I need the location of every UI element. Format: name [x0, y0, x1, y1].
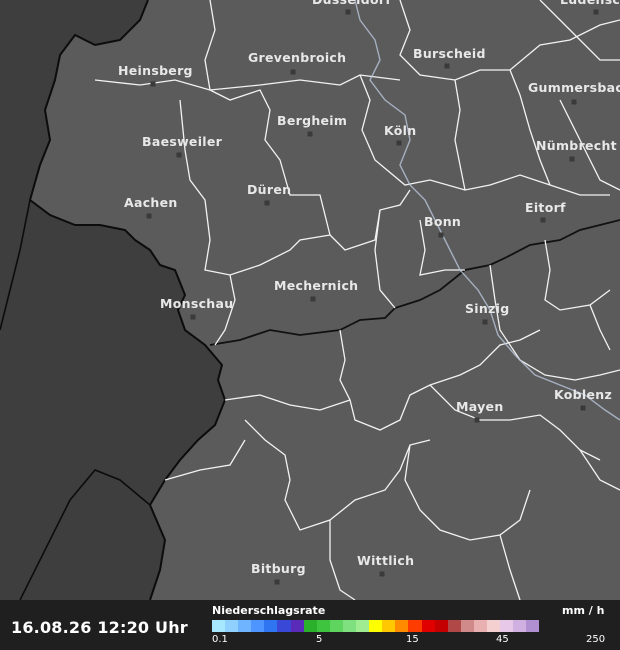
- legend-swatch: [486, 620, 501, 632]
- precipitation-color-scale: [212, 620, 540, 632]
- legend-swatch: [369, 620, 383, 632]
- legend-swatch: [500, 620, 514, 632]
- city-marker: [310, 296, 316, 302]
- legend-title: Niederschlagsrate: [212, 604, 326, 617]
- city-marker: [593, 9, 599, 15]
- city-marker: [540, 217, 546, 223]
- city-marker: [571, 99, 577, 105]
- city-marker: [569, 156, 575, 162]
- timestamp: 16.08.26 12:20 Uhr: [11, 618, 188, 637]
- legend-tick: 15: [406, 634, 419, 645]
- city-label: Sinzig: [465, 301, 510, 316]
- radar-map: Düsseldorf Lüdenscheid Heinsberg Grevenbroi…: [0, 0, 620, 650]
- city-label: Mechernich: [274, 278, 358, 293]
- legend-swatch: [329, 620, 343, 632]
- city-label: Aachen: [124, 195, 178, 210]
- city-label: Nümbrecht: [536, 138, 617, 153]
- legend-swatch: [225, 620, 239, 632]
- city-marker: [274, 579, 280, 585]
- legend-swatch: [290, 620, 304, 632]
- city-marker: [190, 314, 196, 320]
- city-label: Lüdenscheid: [560, 0, 620, 7]
- city-label: Düsseldorf: [312, 0, 391, 7]
- city-marker: [307, 131, 313, 137]
- legend-swatch: [473, 620, 487, 632]
- city-label: Baesweiler: [142, 134, 223, 149]
- legend-swatch: [212, 620, 226, 632]
- city-label: Wittlich: [357, 553, 414, 568]
- legend-swatch: [251, 620, 265, 632]
- city-label: Burscheid: [413, 46, 486, 61]
- city-label: Düren: [247, 182, 291, 197]
- city-label: Köln: [384, 123, 416, 138]
- city-label: Grevenbroich: [248, 50, 346, 65]
- legend-swatch: [356, 620, 370, 632]
- city-marker: [150, 81, 156, 87]
- city-marker: [444, 63, 450, 69]
- city-marker: [396, 140, 402, 146]
- city-marker: [146, 213, 152, 219]
- legend-swatch: [513, 620, 527, 632]
- city-label: Bitburg: [251, 561, 306, 576]
- city-label: Mayen: [456, 399, 504, 414]
- city-marker: [482, 319, 488, 325]
- city-marker: [264, 200, 270, 206]
- city-marker: [345, 9, 351, 15]
- legend-unit: mm / h: [562, 604, 605, 617]
- city-label: Bergheim: [277, 113, 347, 128]
- legend-tick: 0.1: [212, 634, 228, 645]
- city-marker: [580, 405, 586, 411]
- legend-tick: 250: [586, 634, 606, 645]
- legend-swatch: [264, 620, 278, 632]
- city-label: Koblenz: [554, 387, 612, 402]
- city-marker: [176, 152, 182, 158]
- legend-swatch: [277, 620, 291, 632]
- city-label: Eitorf: [525, 200, 566, 215]
- legend-swatch: [434, 620, 448, 632]
- city-label: Bonn: [424, 214, 461, 229]
- legend-swatch: [382, 620, 396, 632]
- city-label: Monschau: [160, 296, 233, 311]
- city-marker: [438, 232, 444, 238]
- legend-tick: 5: [316, 634, 323, 645]
- city-label: Gummersbach: [528, 80, 620, 95]
- legend-swatch: [447, 620, 461, 632]
- city-label: Heinsberg: [118, 63, 193, 78]
- legend-swatch: [526, 620, 540, 632]
- legend-swatch: [303, 620, 317, 632]
- legend-tick: 45: [496, 634, 509, 645]
- legend-swatch: [408, 620, 422, 632]
- city-marker: [474, 417, 480, 423]
- legend-swatch: [395, 620, 409, 632]
- legend-swatch: [460, 620, 474, 632]
- legend-swatch: [342, 620, 357, 632]
- city-marker: [379, 571, 385, 577]
- legend-swatch: [316, 620, 330, 632]
- city-marker: [290, 69, 296, 75]
- legend-swatch: [421, 620, 435, 632]
- legend-swatch: [238, 620, 252, 632]
- legend-bar: 16.08.26 12:20 Uhr Niederschlagsrate mm …: [0, 600, 620, 650]
